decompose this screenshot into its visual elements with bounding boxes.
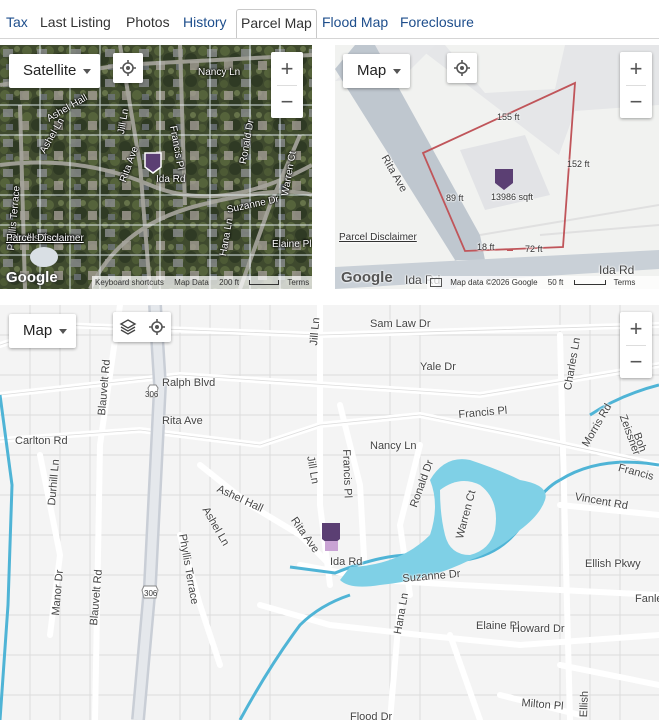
parcel-map[interactable]: Rita Ave Ida Rd Ida Rd 155 ft 152 ft 89 … <box>335 45 659 289</box>
road-map-canvas <box>0 305 659 720</box>
map-tool-group <box>113 312 171 342</box>
zoom-out-button[interactable]: − <box>620 85 652 118</box>
area-map[interactable]: 306 306 Sam Law Dr Jill Ln Yale Dr Charl… <box>0 305 659 720</box>
map-type-dropdown[interactable]: Map <box>343 54 411 88</box>
map-type-dropdown[interactable]: Map <box>9 314 77 348</box>
parcel-dimension-bottom-left: 18 ft <box>477 242 495 252</box>
zoom-out-button[interactable]: − <box>620 345 652 378</box>
zoom-in-button[interactable]: + <box>620 312 652 345</box>
map-attribution: Map data ©2026 Google 50 ft Terms <box>427 276 659 289</box>
layers-button[interactable] <box>113 312 142 342</box>
route-shield: 306 <box>145 390 159 399</box>
divider <box>277 85 297 86</box>
tab-foreclosure[interactable]: Foreclosure <box>400 0 474 40</box>
crosshair-icon <box>454 60 470 76</box>
tab-last-listing[interactable]: Last Listing <box>40 0 111 40</box>
street-label: Nancy Ln <box>198 67 241 78</box>
zoom-control: + − <box>620 312 652 378</box>
street-label: Elaine Pl <box>272 239 312 250</box>
map-type-label: Map <box>23 322 53 339</box>
street-label: Ralph Blvd <box>162 377 216 389</box>
zoom-in-button[interactable]: + <box>620 52 652 85</box>
satellite-map[interactable]: Nancy Ln Jill Ln Francis Pl Ronald Dr As… <box>0 45 312 289</box>
chevron-down-icon <box>393 69 402 74</box>
street-label: Francis Pl <box>340 449 354 499</box>
map-attribution: Keyboard shortcuts Map Data 200 ft Terms <box>92 276 312 289</box>
locate-button[interactable] <box>113 53 143 83</box>
tab-bar: Tax Last Listing Photos History Parcel M… <box>0 0 659 40</box>
divider <box>626 345 646 346</box>
terms-link[interactable]: Terms <box>287 278 309 287</box>
parcel-dimension-top: 155 ft <box>497 112 520 122</box>
chevron-down-icon <box>83 69 92 74</box>
tab-flood-map[interactable]: Flood Map <box>322 0 388 40</box>
chevron-down-icon <box>59 329 68 334</box>
keyboard-icon[interactable] <box>430 278 442 288</box>
street-label: Nancy Ln <box>370 440 417 452</box>
route-shield: 306 <box>144 589 158 598</box>
tab-parcel-map[interactable]: Parcel Map <box>236 9 317 39</box>
parcel-area-label: 13986 sqft <box>491 192 534 202</box>
street-label: Fanle <box>635 593 659 605</box>
street-label: Howard Dr <box>512 623 565 635</box>
terms-link[interactable]: Terms <box>614 278 636 287</box>
google-logo: Google <box>341 269 393 286</box>
street-label: Ida Rd <box>599 263 635 277</box>
google-logo: Google <box>6 269 58 286</box>
crosshair-icon <box>148 319 165 335</box>
street-label: Ida Rd <box>156 174 186 185</box>
map-data-link[interactable]: Map data ©2026 Google <box>450 278 537 287</box>
scale-bar <box>249 280 280 286</box>
map-type-label: Map <box>357 62 387 79</box>
map-type-label: Satellite <box>23 62 77 79</box>
crosshair-icon <box>120 60 136 76</box>
tab-photos[interactable]: Photos <box>126 0 170 40</box>
locate-button[interactable] <box>447 53 477 83</box>
parcel-dimension-bottom-right: 72 ft <box>525 244 543 254</box>
street-label: Rita Ave <box>162 415 203 427</box>
street-label: Jill Ln <box>308 316 323 347</box>
street-label: Ellish Pkwy <box>585 558 641 570</box>
divider <box>626 85 646 86</box>
scale-bar <box>573 280 606 286</box>
keyboard-shortcuts-link[interactable]: Keyboard shortcuts <box>95 278 164 287</box>
parcel-dimension-right: 152 ft <box>567 159 590 169</box>
street-label: Ellish <box>578 690 591 718</box>
street-label: Flood Dr <box>350 711 393 720</box>
locate-button[interactable] <box>142 312 171 342</box>
zoom-control: + − <box>620 52 652 118</box>
zoom-control: + − <box>271 52 303 118</box>
map-type-dropdown[interactable]: Satellite <box>9 54 101 88</box>
street-label: Ida Rd <box>330 556 363 568</box>
street-label: Sam Law Dr <box>370 318 431 330</box>
parcel-disclaimer-link[interactable]: Parcel Disclaimer <box>6 233 84 244</box>
tab-tax[interactable]: Tax <box>6 0 28 40</box>
parcel-disclaimer-link[interactable]: Parcel Disclaimer <box>339 232 417 243</box>
tab-history[interactable]: History <box>183 0 227 40</box>
tab-underline <box>0 38 659 39</box>
zoom-out-button[interactable]: − <box>271 85 303 118</box>
scale-label: 50 ft <box>547 278 564 287</box>
parcel-dimension-left: 89 ft <box>446 193 464 203</box>
zoom-in-button[interactable]: + <box>271 52 303 85</box>
scale-label: 200 ft <box>219 278 240 287</box>
street-label: Yale Dr <box>420 361 456 373</box>
map-data-link[interactable]: Map Data <box>174 278 209 287</box>
street-label: Carlton Rd <box>15 435 68 447</box>
layers-icon <box>119 319 136 335</box>
